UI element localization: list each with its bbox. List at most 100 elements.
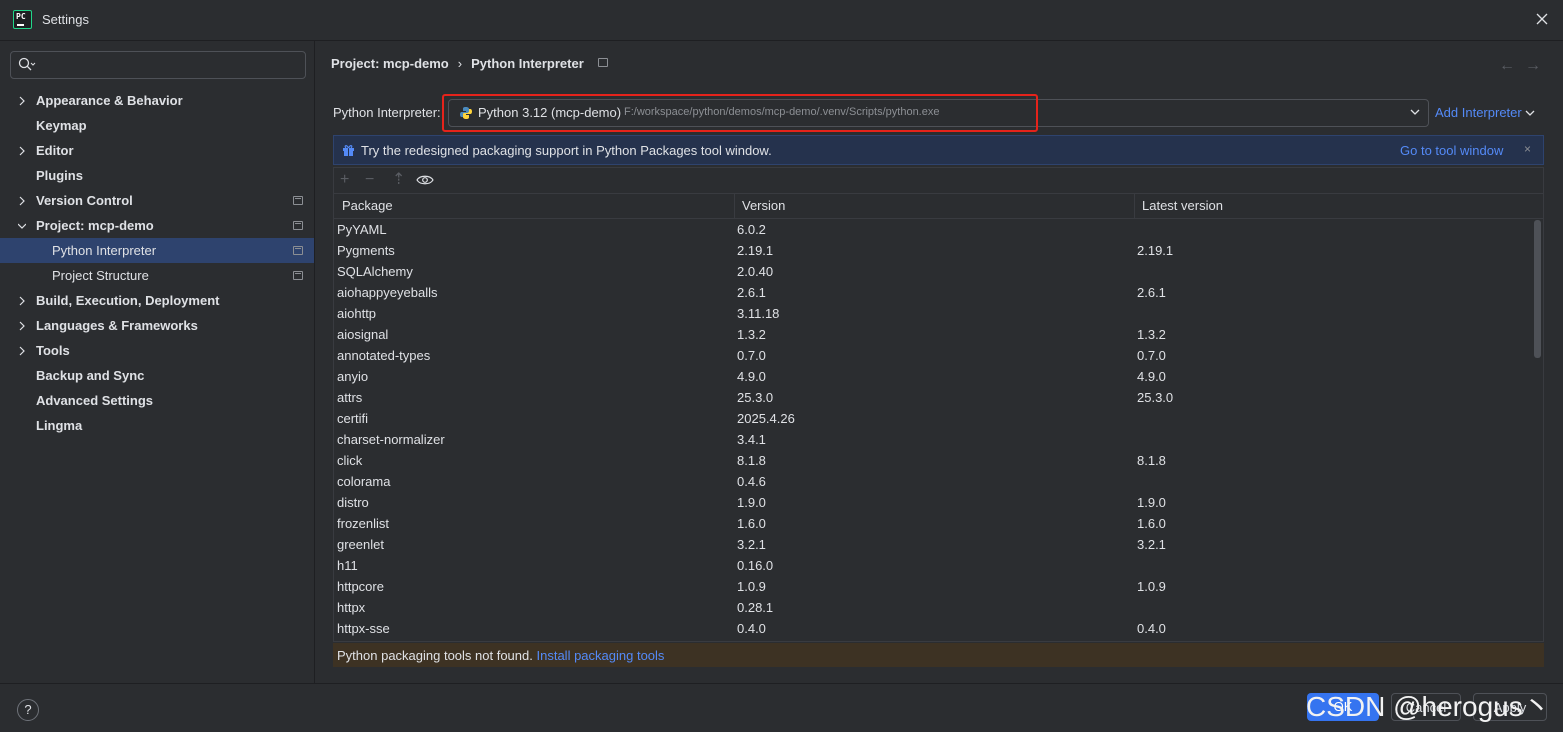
- column-header-package[interactable]: Package: [342, 198, 393, 213]
- table-row[interactable]: Pygments 2.19.1 2.19.1: [334, 240, 1532, 261]
- table-row[interactable]: distro 1.9.0 1.9.0: [334, 492, 1532, 513]
- package-name-cell: aiohttp: [337, 306, 377, 321]
- chevron-right-icon[interactable]: [18, 146, 26, 156]
- add-package-icon[interactable]: +: [340, 172, 349, 188]
- chevron-down-icon[interactable]: [18, 221, 26, 231]
- chevron-right-icon[interactable]: [18, 346, 26, 356]
- packages-panel: + − ⇡ Package Version Latest version PyY…: [333, 167, 1544, 642]
- version-cell: 2025.4.26: [737, 411, 795, 426]
- window-title: Settings: [42, 12, 89, 27]
- pycharm-logo-icon: PC: [13, 10, 32, 29]
- sidebar-item-plugins[interactable]: Plugins: [0, 163, 314, 188]
- package-name-cell: httpcore: [337, 579, 384, 594]
- column-header-version[interactable]: Version: [742, 198, 785, 213]
- sidebar-item-version-control[interactable]: Version Control: [0, 188, 314, 213]
- version-cell: 1.0.9: [737, 579, 766, 594]
- chevron-right-icon[interactable]: [18, 296, 26, 306]
- banner-close-icon[interactable]: ×: [1524, 142, 1531, 156]
- go-to-tool-window-link[interactable]: Go to tool window: [1400, 143, 1503, 158]
- close-icon[interactable]: [1533, 10, 1551, 28]
- gift-icon: [343, 145, 354, 156]
- sidebar-item-project-mcp-demo[interactable]: Project: mcp-demo: [0, 213, 314, 238]
- version-cell: 6.0.2: [737, 222, 766, 237]
- project-scope-icon: [293, 221, 303, 230]
- sidebar-item-languages-frameworks[interactable]: Languages & Frameworks: [0, 313, 314, 338]
- chevron-right-icon[interactable]: [18, 196, 26, 206]
- table-row[interactable]: attrs 25.3.0 25.3.0: [334, 387, 1532, 408]
- sidebar-item-label: Build, Execution, Deployment: [36, 293, 220, 308]
- chevron-right-icon[interactable]: [18, 96, 26, 106]
- table-row[interactable]: certifi 2025.4.26: [334, 408, 1532, 429]
- table-row[interactable]: aiohappyeyeballs 2.6.1 2.6.1: [334, 282, 1532, 303]
- chevron-down-icon: [1410, 109, 1420, 115]
- sidebar-item-keymap[interactable]: Keymap: [0, 113, 314, 138]
- latest-version-cell: 1.9.0: [1137, 495, 1166, 510]
- column-separator[interactable]: [734, 193, 735, 218]
- sidebar-item-editor[interactable]: Editor: [0, 138, 314, 163]
- column-separator[interactable]: [1134, 193, 1135, 218]
- chevron-right-icon[interactable]: [18, 321, 26, 331]
- sidebar-item-lingma[interactable]: Lingma: [0, 413, 314, 438]
- sidebar-item-advanced-settings[interactable]: Advanced Settings: [0, 388, 314, 413]
- table-row[interactable]: click 8.1.8 8.1.8: [334, 450, 1532, 471]
- settings-search-input[interactable]: [10, 51, 306, 79]
- package-name-cell: certifi: [337, 411, 369, 426]
- sidebar-item-build-execution-deployment[interactable]: Build, Execution, Deployment: [0, 288, 314, 313]
- banner-message: Try the redesigned packaging support in …: [361, 143, 772, 158]
- search-icon: [18, 57, 36, 71]
- breadcrumb-separator: ›: [457, 56, 463, 71]
- breadcrumb: Project: mcp-demo › Python Interpreter: [331, 56, 608, 71]
- table-row[interactable]: greenlet 3.2.1 3.2.1: [334, 534, 1532, 555]
- sidebar-item-label: Project: mcp-demo: [36, 218, 154, 233]
- version-cell: 3.11.18: [737, 306, 780, 321]
- sidebar-item-label: Plugins: [36, 168, 83, 183]
- upgrade-package-icon[interactable]: ⇡: [392, 172, 405, 188]
- watermark-text: CSDN @herogus丶: [1306, 691, 1551, 722]
- table-row[interactable]: PyYAML 6.0.2: [334, 219, 1532, 240]
- sidebar-item-project-structure[interactable]: Project Structure: [0, 263, 314, 288]
- interpreter-label: Python Interpreter:: [333, 105, 441, 120]
- help-button[interactable]: ?: [17, 699, 39, 721]
- breadcrumb-parent[interactable]: Project: mcp-demo: [331, 56, 449, 71]
- table-row[interactable]: h11 0.16.0: [334, 555, 1532, 576]
- package-name-cell: aiohappyeyeballs: [337, 285, 438, 300]
- remove-package-icon[interactable]: −: [365, 172, 374, 188]
- table-row[interactable]: colorama 0.4.6: [334, 471, 1532, 492]
- sidebar-item-tools[interactable]: Tools: [0, 338, 314, 363]
- version-cell: 2.0.40: [737, 264, 774, 279]
- forward-arrow-icon[interactable]: →: [1525, 57, 1551, 74]
- table-row[interactable]: frozenlist 1.6.0 1.6.0: [334, 513, 1532, 534]
- version-cell: 1.6.0: [737, 516, 766, 531]
- table-row[interactable]: anyio 4.9.0 4.9.0: [334, 366, 1532, 387]
- eye-icon[interactable]: [416, 174, 434, 186]
- sidebar-item-label: Appearance & Behavior: [36, 93, 183, 108]
- table-row[interactable]: aiohttp 3.11.18: [334, 303, 1532, 324]
- table-row[interactable]: charset-normalizer 3.4.1: [334, 429, 1532, 450]
- sidebar-item-python-interpreter[interactable]: Python Interpreter: [0, 238, 314, 263]
- package-name-cell: charset-normalizer: [337, 432, 445, 447]
- install-packaging-tools-link[interactable]: Install packaging tools: [537, 648, 665, 663]
- package-name-cell: colorama: [337, 474, 391, 489]
- table-row[interactable]: annotated-types 0.7.0 0.7.0: [334, 345, 1532, 366]
- annotation-highlight-box: [442, 94, 1038, 132]
- latest-version-cell: 1.3.2: [1137, 327, 1166, 342]
- packages-toolbar: + − ⇡: [334, 168, 1543, 194]
- table-row[interactable]: SQLAlchemy 2.0.40: [334, 261, 1532, 282]
- column-header-latest-version[interactable]: Latest version: [1142, 198, 1223, 213]
- add-interpreter-link[interactable]: Add Interpreter: [1435, 105, 1535, 120]
- sidebar-item-backup-and-sync[interactable]: Backup and Sync: [0, 363, 314, 388]
- back-arrow-icon[interactable]: ←: [1499, 57, 1525, 74]
- sidebar-item-appearance-behavior[interactable]: Appearance & Behavior: [0, 88, 314, 113]
- latest-version-cell: 0.7.0: [1137, 348, 1166, 363]
- version-cell: 25.3.0: [737, 390, 774, 405]
- package-name-cell: httpx: [337, 600, 366, 615]
- package-name-cell: click: [337, 453, 363, 468]
- project-scope-icon: [293, 271, 303, 280]
- table-row[interactable]: httpcore 1.0.9 1.0.9: [334, 576, 1532, 597]
- table-row[interactable]: aiosignal 1.3.2 1.3.2: [334, 324, 1532, 345]
- vertical-scrollbar[interactable]: [1534, 220, 1541, 358]
- version-cell: 4.9.0: [737, 369, 766, 384]
- table-row[interactable]: httpx 0.28.1: [334, 597, 1532, 618]
- table-row[interactable]: httpx-sse 0.4.0 0.4.0: [334, 618, 1532, 639]
- settings-sidebar: Appearance & Behavior Keymap Editor Plugins…: [0, 41, 314, 683]
